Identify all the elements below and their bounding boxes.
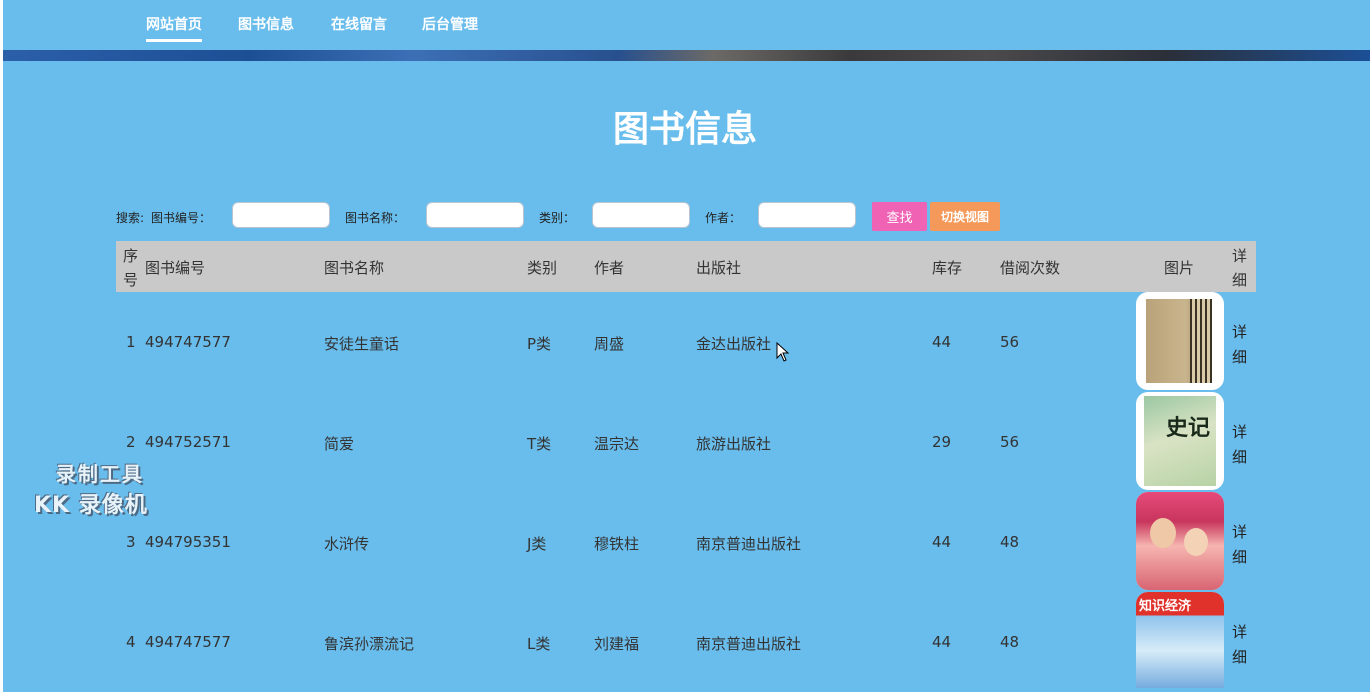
book-cover-image[interactable] bbox=[1136, 292, 1224, 390]
cell-stock: 44 bbox=[932, 333, 952, 351]
category-input[interactable] bbox=[592, 202, 690, 228]
switch-view-button[interactable]: 切换视图 bbox=[930, 202, 1000, 231]
cover-magazine bbox=[1136, 492, 1224, 590]
th-category: 类别 bbox=[527, 259, 558, 277]
cover-title-text: 知识经济 bbox=[1139, 599, 1192, 614]
cell-borrow-count: 48 bbox=[1000, 533, 1020, 551]
cell-book-no: 494795351 bbox=[145, 533, 231, 551]
cell-index: 2 bbox=[126, 433, 136, 451]
cell-borrow-count: 48 bbox=[1000, 633, 1020, 651]
watermark-line2: KK 录像机 bbox=[34, 493, 148, 518]
category-label: 类别： bbox=[539, 211, 576, 225]
nav-home[interactable]: 网站首页 bbox=[146, 14, 202, 42]
cell-stock: 44 bbox=[932, 633, 952, 651]
nav-book-info[interactable]: 图书信息 bbox=[238, 14, 294, 39]
th-book-no: 图书编号 bbox=[145, 259, 206, 277]
th-image: 图片 bbox=[1164, 259, 1195, 277]
book-no-input[interactable] bbox=[232, 202, 330, 228]
table-header-row: 序号 图书编号 图书名称 类别 作者 出版社 库存 借阅次数 图片 详细 bbox=[116, 241, 1256, 292]
search-bar: 搜索: 图书编号： 图书名称： 类别： 作者： 查找 切换视图 bbox=[0, 202, 1370, 232]
cover-shiji: 史记 bbox=[1144, 396, 1216, 486]
cell-borrow-count: 56 bbox=[1000, 433, 1020, 451]
th-publisher: 出版社 bbox=[696, 259, 742, 277]
search-prefix-label: 搜索: bbox=[116, 211, 145, 225]
book-no-label: 图书编号： bbox=[151, 211, 212, 225]
detail-link[interactable]: 详细 bbox=[1232, 520, 1250, 570]
cell-index: 4 bbox=[126, 633, 136, 651]
cover-knowledge-economy: 知识经济 bbox=[1136, 592, 1224, 688]
cell-name: 水浒传 bbox=[324, 535, 370, 553]
cell-borrow-count: 56 bbox=[1000, 333, 1020, 351]
cell-author: 温宗达 bbox=[594, 435, 640, 453]
cell-book-no: 494747577 bbox=[145, 333, 231, 351]
cell-stock: 29 bbox=[932, 433, 952, 451]
th-author: 作者 bbox=[594, 259, 625, 277]
th-index: 序号 bbox=[123, 247, 139, 289]
cell-name: 鲁滨孙漂流记 bbox=[324, 635, 415, 653]
banner-strip bbox=[3, 50, 1370, 61]
cell-publisher: 南京普迪出版社 bbox=[696, 535, 802, 553]
cell-author: 周盛 bbox=[594, 335, 625, 353]
table-row: 4 494747577 鲁滨孙漂流记 L类 刘建福 南京普迪出版社 44 48 … bbox=[116, 592, 1256, 692]
th-stock: 库存 bbox=[932, 259, 963, 277]
recorder-watermark: 录制工具 KK 录像机 bbox=[34, 458, 148, 519]
cell-publisher: 旅游出版社 bbox=[696, 435, 772, 453]
cell-publisher: 金达出版社 bbox=[696, 335, 772, 353]
book-cover-image[interactable]: 史记 bbox=[1136, 392, 1224, 490]
cell-author: 刘建福 bbox=[594, 635, 640, 653]
th-name: 图书名称 bbox=[324, 259, 385, 277]
page-title: 图书信息 bbox=[612, 109, 757, 150]
nav-message[interactable]: 在线留言 bbox=[331, 14, 387, 39]
cell-category: L类 bbox=[527, 635, 551, 653]
watermark-line1: 录制工具 bbox=[55, 462, 144, 486]
top-nav: 网站首页 图书信息 在线留言 后台管理 bbox=[0, 0, 1370, 50]
author-input[interactable] bbox=[758, 202, 856, 228]
book-cover-image[interactable]: 知识经济 bbox=[1136, 592, 1224, 688]
book-cover-image[interactable] bbox=[1136, 492, 1224, 590]
table-row: 3 494795351 水浒传 J类 穆铁柱 南京普迪出版社 44 48 详细 bbox=[116, 492, 1256, 592]
mouse-cursor-icon bbox=[776, 342, 790, 362]
th-detail: 详细 bbox=[1232, 247, 1248, 289]
cell-category: J类 bbox=[527, 535, 547, 553]
cell-category: P类 bbox=[527, 335, 552, 353]
cell-author: 穆铁柱 bbox=[594, 535, 640, 553]
cell-name: 简爱 bbox=[324, 435, 355, 453]
book-name-label: 图书名称： bbox=[345, 211, 406, 225]
cell-category: T类 bbox=[527, 435, 552, 453]
table-row: 1 494747577 安徒生童话 P类 周盛 金达出版社 44 56 详细 bbox=[116, 292, 1256, 392]
cover-box-set bbox=[1146, 299, 1212, 383]
cover-title-text: 史记 bbox=[1166, 415, 1211, 441]
detail-link[interactable]: 详细 bbox=[1232, 620, 1250, 670]
cell-book-no: 494752571 bbox=[145, 433, 231, 451]
search-button[interactable]: 查找 bbox=[872, 202, 927, 231]
cell-book-no: 494747577 bbox=[145, 633, 231, 651]
cell-index: 3 bbox=[126, 533, 136, 551]
detail-link[interactable]: 详细 bbox=[1232, 420, 1250, 470]
th-borrow-count: 借阅次数 bbox=[1000, 259, 1061, 277]
cell-name: 安徒生童话 bbox=[324, 335, 400, 353]
book-name-input[interactable] bbox=[426, 202, 524, 228]
detail-link[interactable]: 详细 bbox=[1232, 320, 1250, 370]
cell-index: 1 bbox=[126, 333, 136, 351]
cell-stock: 44 bbox=[932, 533, 952, 551]
table-row: 2 494752571 简爱 T类 温宗达 旅游出版社 29 56 史记 详细 bbox=[116, 392, 1256, 492]
author-label: 作者： bbox=[705, 211, 742, 225]
nav-admin[interactable]: 后台管理 bbox=[422, 14, 478, 39]
cell-publisher: 南京普迪出版社 bbox=[696, 635, 802, 653]
